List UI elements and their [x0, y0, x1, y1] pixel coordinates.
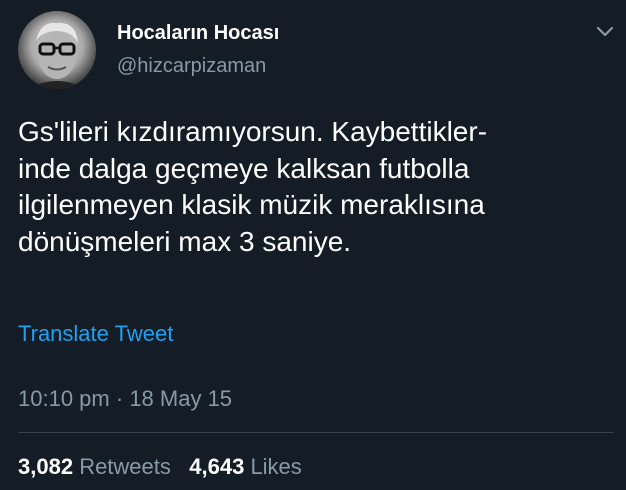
tweet-timestamp[interactable]: 10:10 pm · 18 May 15: [18, 386, 232, 412]
tweet-time: 10:10 pm: [18, 386, 110, 411]
likes-stat[interactable]: 4,643 Likes: [189, 454, 302, 479]
chevron-down-icon[interactable]: [595, 24, 615, 40]
tweet-date: 18 May 15: [129, 386, 233, 411]
retweets-count: 3,082: [18, 454, 74, 479]
divider: [18, 432, 614, 433]
author-handle[interactable]: @hizcarpizaman: [117, 55, 266, 78]
tweet-text: Gs'lileri kızdıramıyorsun. Kaybettikler-…: [18, 116, 488, 257]
retweets-stat[interactable]: 3,082 Retweets: [18, 454, 171, 479]
retweets-label: Retweets: [79, 454, 171, 479]
timestamp-separator: ·: [115, 386, 124, 411]
avatar[interactable]: [18, 11, 96, 89]
tweet-stats: 3,082 Retweets 4,643 Likes: [18, 454, 302, 480]
author-display-name[interactable]: Hocaların Hocası: [117, 22, 279, 45]
likes-count: 4,643: [189, 454, 245, 479]
likes-label: Likes: [250, 454, 302, 479]
translate-tweet-link[interactable]: Translate Tweet: [18, 321, 173, 347]
